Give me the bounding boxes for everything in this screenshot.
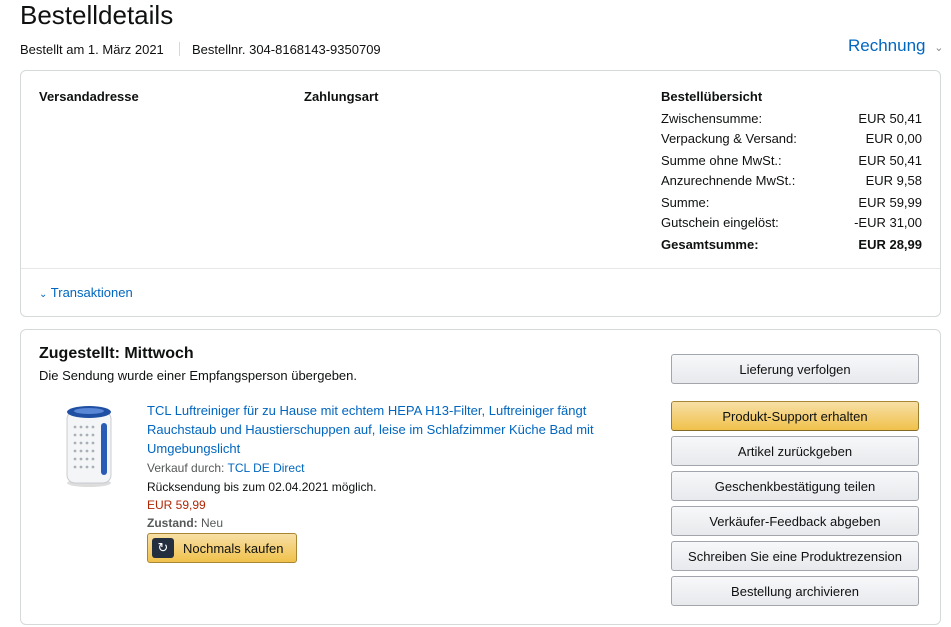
page-title: Bestelldetails xyxy=(20,0,174,30)
delivery-detail: Die Sendung wurde einer Empfangsperson ü… xyxy=(39,368,357,383)
product-title-link[interactable]: TCL Luftreiniger für zu Hause mit echtem… xyxy=(147,401,617,458)
buy-again-label: Nochmals kaufen xyxy=(183,541,284,556)
divider xyxy=(21,268,940,269)
air-purifier-icon xyxy=(66,406,112,487)
transactions-toggle[interactable]: ⌄ Transaktionen xyxy=(39,285,133,300)
buy-again-button[interactable]: ↻ Nochmals kaufen xyxy=(147,533,297,563)
sold-by-label: Verkauf durch: xyxy=(147,461,225,475)
product-image[interactable] xyxy=(59,403,119,491)
invoice-dropdown[interactable]: Rechnung ⌄ xyxy=(848,36,943,56)
payment-method-header: Zahlungsart xyxy=(304,89,379,104)
row-label: Zwischensumme: xyxy=(661,111,763,126)
row-value: -EUR 31,00 xyxy=(854,215,922,230)
product-support-button[interactable]: Produkt-Support erhalten xyxy=(671,401,919,431)
chevron-down-icon: ⌄ xyxy=(934,42,944,54)
order-number: Bestellnr. 304-8168143-9350709 xyxy=(192,42,381,57)
delivery-status: Zugestellt: Mittwoch xyxy=(39,345,194,362)
seller-feedback-button[interactable]: Verkäufer-Feedback abgeben xyxy=(671,506,919,536)
row-value: EUR 9,58 xyxy=(865,173,922,188)
reorder-icon: ↻ xyxy=(152,538,174,558)
order-overview-header: Bestellübersicht xyxy=(661,89,763,104)
row-label: Summe: xyxy=(661,195,710,210)
order-totals: Zwischensumme: EUR 50,41 Verpackung & Ve… xyxy=(661,111,922,252)
seller-link[interactable]: TCL DE Direct xyxy=(228,461,305,475)
sold-by: Verkauf durch: TCL DE Direct xyxy=(147,461,304,475)
row-value: EUR 59,99 xyxy=(858,195,922,210)
archive-order-button[interactable]: Bestellung archivieren xyxy=(671,576,919,606)
row-value: EUR 28,99 xyxy=(858,237,922,252)
transactions-label: Transaktionen xyxy=(50,285,133,300)
chevron-down-icon: ⌄ xyxy=(39,289,48,300)
action-buttons: Lieferung verfolgen Produkt-Support erha… xyxy=(671,354,921,609)
share-gift-receipt-button[interactable]: Geschenkbestätigung teilen xyxy=(671,471,919,501)
row-label: Gutschein eingelöst: xyxy=(661,215,779,230)
order-date: Bestellt am 1. März 2021 xyxy=(20,42,164,57)
condition-label: Zustand: xyxy=(147,516,198,530)
invoice-label: Rechnung xyxy=(848,36,926,55)
row-value: EUR 50,41 xyxy=(858,111,922,126)
row-value: EUR 50,41 xyxy=(858,153,922,168)
return-items-button[interactable]: Artikel zurückgeben xyxy=(671,436,919,466)
row-value: EUR 0,00 xyxy=(865,131,922,146)
meta-divider xyxy=(179,42,180,56)
shipment-box: Zugestellt: Mittwoch Die Sendung wurde e… xyxy=(20,329,941,625)
condition: Zustand: Neu xyxy=(147,516,223,530)
shipping-address-header: Versandadresse xyxy=(39,89,139,104)
return-info: Rücksendung bis zum 02.04.2021 möglich. xyxy=(147,480,377,494)
row-label: Verpackung & Versand: xyxy=(661,131,797,146)
order-summary-box: Versandadresse Zahlungsart Bestellübersi… xyxy=(20,70,941,317)
row-label: Summe ohne MwSt.: xyxy=(661,153,782,168)
write-review-button[interactable]: Schreiben Sie eine Produktrezension xyxy=(671,541,919,571)
condition-value: Neu xyxy=(201,516,224,530)
track-package-button[interactable]: Lieferung verfolgen xyxy=(671,354,919,384)
product-price: EUR 59,99 xyxy=(147,498,206,512)
row-label: Anzurechnende MwSt.: xyxy=(661,173,796,188)
row-label: Gesamtsumme: xyxy=(661,237,759,252)
